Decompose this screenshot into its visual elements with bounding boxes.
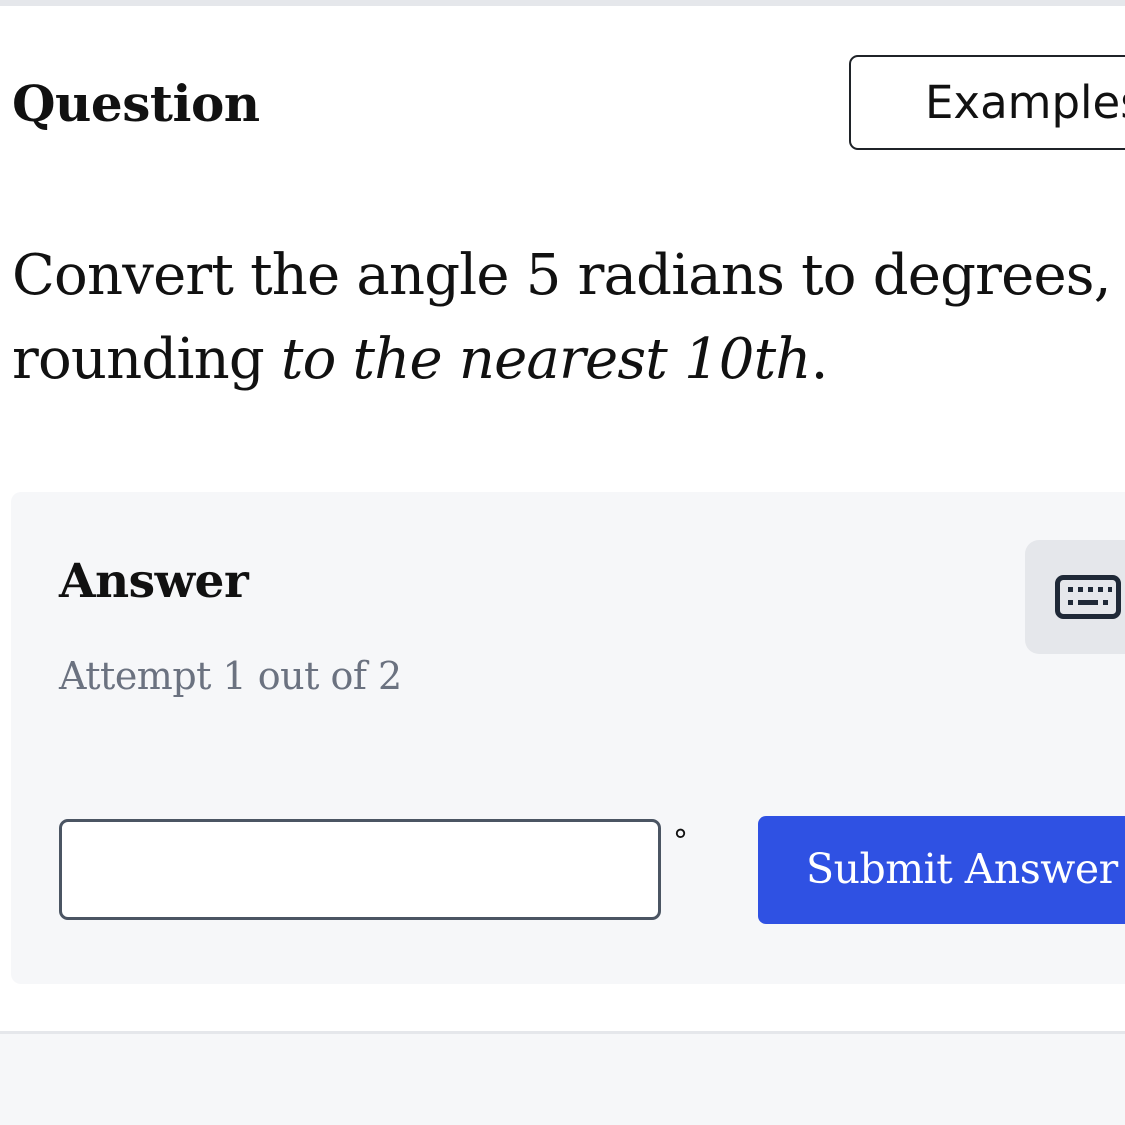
top-divider	[0, 0, 1125, 6]
rounding-phrase: to the nearest 10th	[280, 327, 812, 392]
prompt-prefix: Convert the angle	[12, 243, 526, 308]
question-prompt: Convert the angle 5 radians to degrees, …	[12, 234, 1117, 402]
footer-area	[0, 1034, 1125, 1125]
answer-panel: Answer Attempt 1 out of 2 ° Submit Answe…	[11, 492, 1125, 984]
question-heading: Question	[12, 74, 260, 133]
keyboard-icon	[1055, 575, 1121, 619]
attempt-counter: Attempt 1 out of 2	[59, 654, 402, 698]
submit-answer-button[interactable]: Submit Answer	[758, 816, 1125, 924]
examples-button[interactable]: Examples	[849, 55, 1125, 150]
answer-input[interactable]	[59, 819, 661, 920]
submit-answer-label: Submit Answer	[806, 845, 1118, 893]
answer-heading: Answer	[59, 554, 249, 609]
keyboard-toggle-button[interactable]	[1025, 540, 1125, 654]
examples-button-label: Examples	[925, 76, 1125, 129]
prompt-suffix: .	[810, 327, 829, 392]
degree-symbol: °	[673, 824, 688, 859]
angle-value: 5	[525, 243, 562, 308]
